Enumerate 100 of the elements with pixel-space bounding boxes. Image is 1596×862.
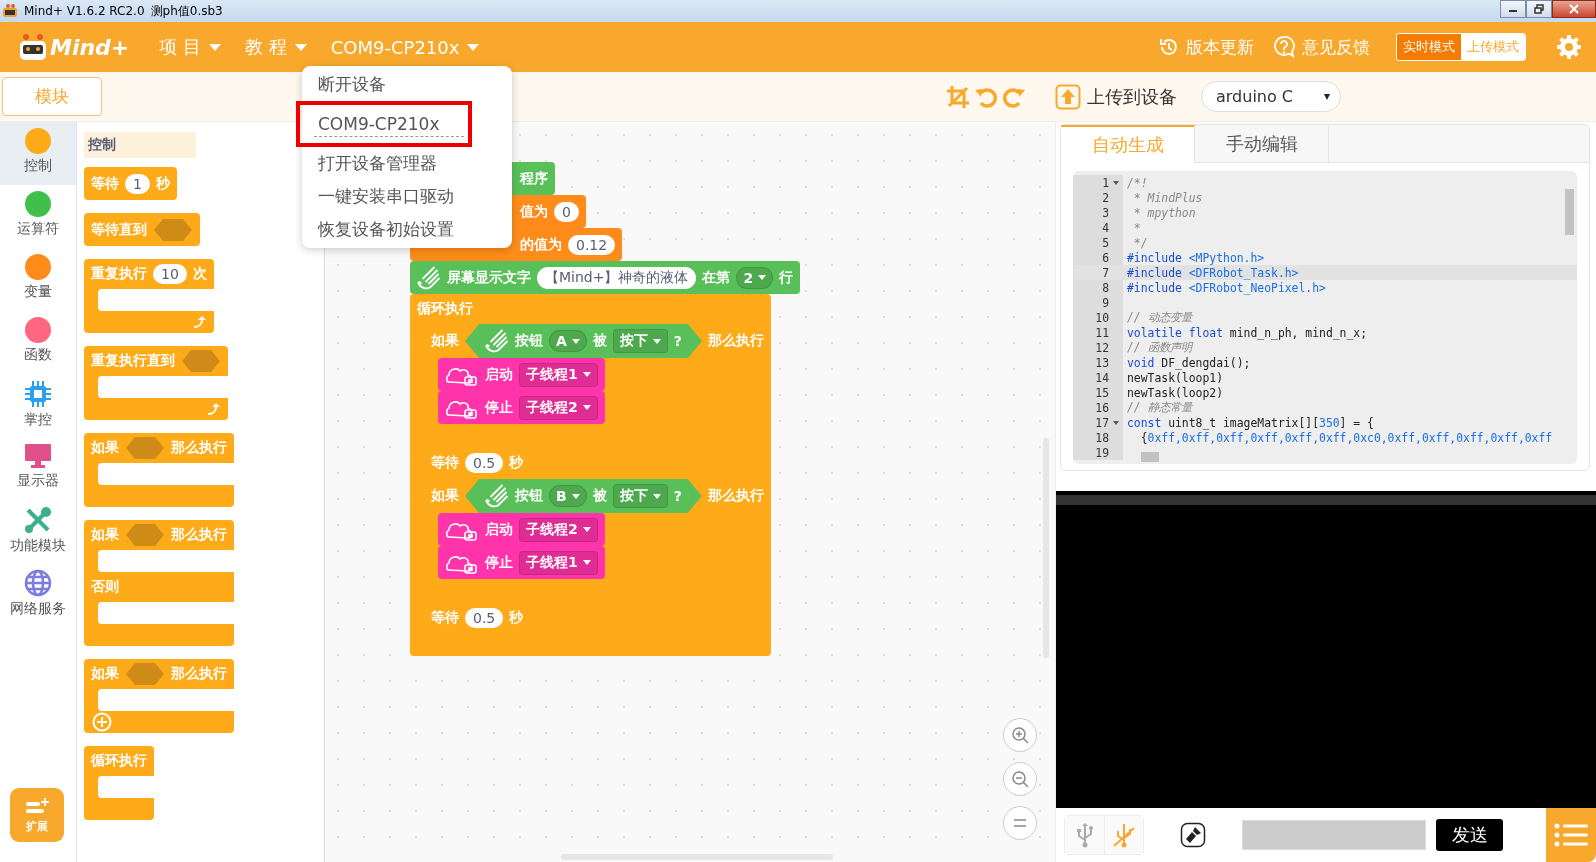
loop-arrow-icon [191,316,206,328]
condition-slot[interactable] [125,523,165,547]
restore-button[interactable] [1526,0,1552,18]
block-label: 如果 [91,439,119,457]
line-number: 14 [1095,370,1109,385]
code-text: mind_n_ph, mind_n_x; [1228,325,1368,340]
close-icon [1569,4,1579,14]
line-number: 11 [1095,325,1109,340]
send-button[interactable]: 发送 [1436,819,1503,851]
block-label: 等待 [431,453,459,472]
block-dropdown[interactable]: 子线程1 [519,550,598,575]
line-number: 8 [1102,280,1109,295]
caret-icon [467,43,480,51]
code-text: void [1127,355,1155,370]
caret-icon [582,560,591,565]
code-block[interactable]: 停止 子线程2 [438,391,605,424]
logo-text: Mind+ [50,34,130,60]
condition-slot[interactable] [153,217,193,242]
menu-item[interactable]: COM9-CP210x [296,101,472,147]
block-dropdown[interactable]: 子线程1 [519,362,598,387]
fold-arrow-icon[interactable] [1113,421,1119,425]
block-label: 程序 [520,169,548,188]
block-label: 那么执行 [171,665,227,683]
code-block[interactable]: 屏幕显示文字 【Mind+】神奇的液体 在第 2 行 [410,261,801,294]
block-label: 按钮 [515,332,543,350]
c-block[interactable]: 循环执行 如果 按钮 A 被 按下 ? 那么执行 启动 子线程1 停止 子线程2 等待 0.5 秒 如果 按钮 B 被 按下 ? 那么执行 启动 子线程2 停止 子线程1 等待 0.5 秒 [410,294,771,656]
value-input[interactable]: 10 [153,264,187,284]
block-label: 重复执行 [91,265,147,283]
category-heading: 控制 [84,132,196,158]
category-item[interactable]: 控制 [0,122,76,185]
block-label: 秒 [509,453,524,472]
clear-button[interactable] [1180,822,1206,848]
swoosh-icon [485,484,509,508]
connect-button[interactable] [1065,816,1104,854]
caret-icon [652,493,661,499]
swoosh-icon [485,329,509,353]
board-select[interactable]: arduino C [1201,81,1341,112]
code-text: // 函数声明 [1127,340,1192,355]
value-input[interactable]: 【Mind+】神奇的液体 [537,266,697,289]
code-text: DF_dengdai(); [1160,355,1251,370]
reset-zoom-button[interactable] [1003,806,1037,840]
code-text: #include [1127,265,1182,280]
block-label: 秒 [155,174,170,193]
condition-slot[interactable] [125,662,165,686]
disconnect-button[interactable] [1104,816,1143,854]
caret-icon [571,493,580,499]
code-block[interactable]: 启动 子线程1 [438,358,605,391]
line-number: 12 [1095,340,1109,355]
fold-arrow-icon[interactable] [1113,181,1119,185]
code-editor[interactable] [1073,171,1577,464]
menu-item[interactable]: 一键安装串口驱动 [302,180,512,213]
block-dropdown[interactable]: 子线程2 [519,517,598,542]
list-button[interactable] [1546,808,1596,862]
menu-item[interactable]: 断开设备 [302,68,512,101]
plus-icon[interactable] [92,712,112,732]
scroll-thumb[interactable] [1141,451,1159,462]
c-block[interactable]: 重复执行 10 次 [84,259,214,333]
block-label: 如果 [431,487,459,505]
crop-icon[interactable] [945,83,971,110]
condition-slot[interactable] [125,436,165,460]
code-text: #include [1127,280,1182,295]
block-label: 按钮 [515,487,543,505]
zoom-in-button[interactable] [1003,718,1037,752]
value-input[interactable]: 0.12 [568,234,616,255]
block-dropdown[interactable]: 子线程2 [519,395,598,420]
upload-button[interactable]: 上传到设备 [1055,83,1177,110]
block-label: 重复执行直到 [91,352,175,370]
block-label: 如果 [91,665,119,683]
block-label: 秒 [509,608,524,627]
line-number: 2 [1102,190,1109,205]
value-input[interactable]: 0.5 [465,452,504,473]
scroll-thumb[interactable] [1565,189,1574,235]
block-label: 行 [779,268,794,287]
block-label: 循环执行 [91,752,147,770]
line-number: 13 [1095,355,1109,370]
value-input[interactable]: 1 [125,173,150,194]
condition-slot[interactable] [181,349,221,373]
code-block[interactable]: 停止 子线程1 [438,546,605,579]
code-block[interactable]: 启动 子线程2 [438,513,605,546]
brush-icon [1180,822,1206,848]
minimize-button[interactable] [1500,0,1526,18]
code-text: * mpython [1132,205,1196,220]
block-label: 等待 [431,608,459,627]
zoom-out-button[interactable] [1003,762,1037,796]
settings-button[interactable] [1556,34,1582,60]
code-block[interactable]: 等待 1 秒 [84,167,177,200]
block-label: ? [673,488,682,504]
menu-item[interactable]: 打开设备管理器 [302,147,512,180]
caret-icon [1324,93,1330,100]
block-label: 等待 [91,174,119,193]
value-input[interactable]: 0.5 [465,607,504,628]
empty-block-slot [98,776,154,798]
code-text: // 静态常量 [1127,400,1192,415]
block-label: 次 [192,265,207,283]
value-input[interactable]: 0 [554,201,579,222]
usb-icon [1074,822,1095,848]
serial-input-field[interactable] [1242,820,1426,850]
caret-icon [294,43,307,51]
code-text: { [1139,430,1148,445]
close-button[interactable] [1552,0,1596,18]
